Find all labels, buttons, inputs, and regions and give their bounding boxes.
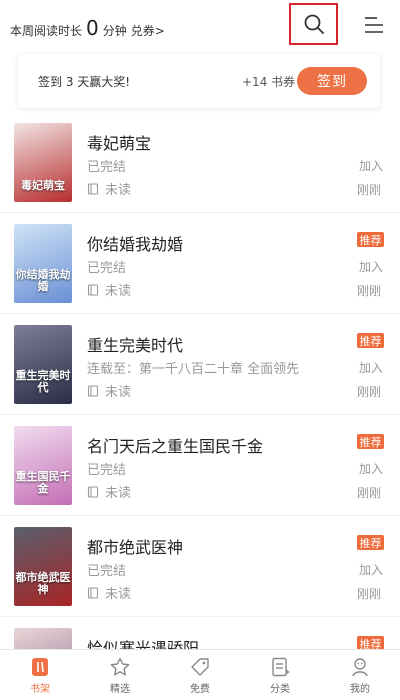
- nav-label: 分类: [270, 684, 290, 695]
- book-status: 已完结: [87, 261, 127, 276]
- added-time: 刚刚: [357, 385, 382, 399]
- header: 本周阅读时长 0 分钟 兑券>: [0, 0, 400, 52]
- nav-item-profile[interactable]: 我的: [320, 650, 400, 700]
- read-state-label: 未读: [105, 385, 132, 400]
- read-state: 未读: [87, 381, 131, 400]
- added-time: 刚刚: [357, 486, 382, 500]
- book-icon: [87, 384, 99, 397]
- recommend-badge: 推荐: [357, 434, 384, 449]
- menu-icon[interactable]: [363, 15, 385, 35]
- reading-unit: 分钟: [102, 24, 127, 38]
- cover-title: 毒妃萌宝: [21, 178, 65, 192]
- book-cover[interactable]: 毒妃萌宝: [14, 123, 72, 202]
- recommend-badge: 推荐: [357, 333, 384, 348]
- read-state: 未读: [87, 482, 131, 501]
- reading-minutes: 0: [86, 16, 99, 40]
- recommend-badge: 推荐: [357, 232, 384, 247]
- search-icon: [304, 14, 324, 34]
- book-cover[interactable]: 重生完美时代: [14, 325, 72, 404]
- add-button[interactable]: 加入: [359, 359, 383, 376]
- book-icon: [87, 485, 99, 498]
- nav-label: 我的: [350, 684, 370, 695]
- add-button[interactable]: 加入: [359, 561, 383, 578]
- read-state: 未读: [87, 179, 131, 198]
- cover-title: 重生国民千金: [15, 469, 71, 495]
- nav-item-star[interactable]: 精选: [80, 650, 160, 700]
- book-icon: [87, 586, 99, 599]
- book-row[interactable]: 重生国民千金 名门天后之重生国民千金已完结未读 推荐加入刚刚: [0, 415, 400, 516]
- profile-icon: [349, 656, 371, 678]
- read-state: 未读: [87, 280, 131, 299]
- star-icon: [109, 656, 131, 678]
- read-state-label: 未读: [105, 183, 132, 198]
- read-state-label: 未读: [105, 284, 132, 299]
- tag-icon: [189, 656, 211, 678]
- nav-item-category[interactable]: 分类: [240, 650, 320, 700]
- nav-item-tag[interactable]: 免费: [160, 650, 240, 700]
- category-icon: [269, 656, 291, 678]
- book-cover[interactable]: 重生国民千金: [14, 426, 72, 505]
- add-button[interactable]: 加入: [359, 460, 383, 477]
- book-title[interactable]: 都市绝武医神: [87, 534, 183, 558]
- book-list: 毒妃萌宝 毒妃萌宝 已完结 未读 加入 刚刚 你结婚我劫婚 你结婚我劫婚 已完结 未读 推荐 加入 刚刚…: [0, 112, 400, 700]
- read-state-label: 未读: [105, 587, 132, 602]
- checkin-reward: +14 书券: [242, 75, 296, 89]
- added-time: 刚刚: [357, 284, 382, 298]
- book-title[interactable]: 毒妃萌宝: [87, 130, 151, 154]
- read-state: 未读: [87, 583, 131, 602]
- redeem-link[interactable]: 兑券>: [131, 22, 165, 39]
- checkin-button[interactable]: 签到: [297, 67, 367, 95]
- book-icon: [87, 182, 99, 195]
- checkin-card: 签到 3 天赢大奖! +14 书券 签到: [18, 54, 380, 108]
- book-row[interactable]: 你结婚我劫婚 你结婚我劫婚 已完结 未读 推荐 加入 刚刚: [0, 213, 400, 314]
- book-title[interactable]: 你结婚我劫婚: [87, 231, 183, 255]
- nav-label: 精选: [110, 684, 130, 695]
- book-status: 已完结: [87, 564, 127, 579]
- search-button[interactable]: [289, 3, 338, 45]
- recommend-badge: 推荐: [357, 535, 384, 550]
- book-cover[interactable]: 都市绝武医神: [14, 527, 72, 606]
- book-title[interactable]: 重生完美时代: [87, 332, 183, 356]
- added-time: 刚刚: [357, 183, 382, 197]
- cover-title: 都市绝武医神: [15, 570, 71, 596]
- nav-item-bookshelf[interactable]: 书架: [0, 650, 80, 700]
- add-button[interactable]: 加入: [359, 258, 383, 275]
- nav-label: 书架: [30, 684, 50, 695]
- weekly-reading-time: 本周阅读时长 0 分钟 兑券>: [10, 16, 165, 40]
- checkin-text: 签到 3 天赢大奖!: [38, 75, 131, 89]
- bottom-nav: 书架 精选 免费 分类 我的: [0, 649, 400, 700]
- book-status: 已完结: [87, 160, 127, 175]
- cover-title: 你结婚我劫婚: [15, 267, 71, 293]
- add-button[interactable]: 加入: [359, 157, 383, 174]
- added-time: 刚刚: [357, 587, 382, 601]
- book-status: 已完结: [87, 463, 127, 478]
- book-status: 连载至：第一千八百二十章 全面领先: [87, 362, 300, 377]
- book-cover[interactable]: 你结婚我劫婚: [14, 224, 72, 303]
- book-title[interactable]: 名门天后之重生国民千金: [87, 433, 263, 457]
- reading-prefix: 本周阅读时长: [10, 24, 83, 38]
- read-state-label: 未读: [105, 486, 132, 501]
- nav-label: 免费: [190, 684, 210, 695]
- book-row[interactable]: 都市绝武医神 都市绝武医神 已完结 未读 推荐 加入 刚刚: [0, 516, 400, 617]
- bookshelf-icon: [29, 656, 51, 678]
- book-row[interactable]: 重生完美时代 重生完美时代 连载至：第一千八百二十章 全面领先 未读 推荐 加入 刚刚: [0, 314, 400, 415]
- cover-title: 重生完美时代: [15, 368, 71, 394]
- book-row[interactable]: 毒妃萌宝 毒妃萌宝 已完结 未读 加入 刚刚: [0, 112, 400, 213]
- book-icon: [87, 283, 99, 296]
